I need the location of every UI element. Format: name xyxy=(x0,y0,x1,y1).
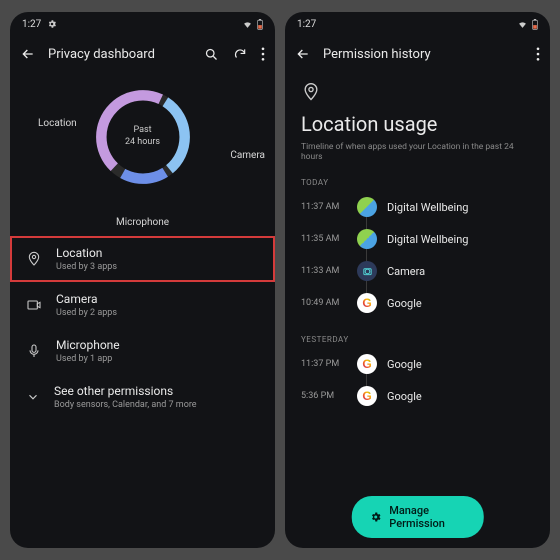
entry-app: Digital Wellbeing xyxy=(387,201,468,214)
app-icon-wellbeing xyxy=(357,229,377,249)
list-item-sub: Used by 3 apps xyxy=(56,262,117,272)
gear-icon xyxy=(47,19,57,29)
camera-icon xyxy=(26,297,42,313)
list-item-title: See other permissions xyxy=(54,384,197,398)
subtitle: Timeline of when apps used your Location… xyxy=(301,142,534,162)
status-time: 1:27 xyxy=(297,19,316,30)
entry-app: Google xyxy=(387,297,422,310)
list-item-location[interactable]: Location Used by 3 apps xyxy=(10,236,275,282)
manage-permission-button[interactable]: Manage Permission xyxy=(351,496,484,538)
entry-time: 11:37 PM xyxy=(301,359,347,369)
list-item-microphone[interactable]: Microphone Used by 1 app xyxy=(10,328,275,374)
entry-app: Google xyxy=(387,390,422,403)
search-icon[interactable] xyxy=(204,47,219,62)
entry-app: Camera xyxy=(387,265,425,278)
list-item-camera[interactable]: Camera Used by 2 apps xyxy=(10,282,275,328)
gear-icon xyxy=(369,511,381,523)
battery-icon xyxy=(532,19,538,30)
manage-permission-label: Manage Permission xyxy=(389,504,466,530)
list-item-sub: Used by 1 app xyxy=(56,354,120,364)
status-bar: 1:27 xyxy=(285,12,550,36)
entry-app: Digital Wellbeing xyxy=(387,233,468,246)
location-icon xyxy=(26,251,42,267)
app-icon-google: G xyxy=(357,354,377,374)
entry-time: 5:36 PM xyxy=(301,391,347,401)
chart-center-line1: Past xyxy=(133,125,151,137)
heading: Location usage xyxy=(301,112,534,136)
chart-center-line2: 24 hours xyxy=(125,137,160,149)
list-item-sub: Body sensors, Calendar, and 7 more xyxy=(54,400,197,410)
chart-label-microphone: Microphone xyxy=(116,217,169,228)
permission-list: Location Used by 3 apps Camera Used by 2… xyxy=(10,222,275,420)
list-item-title: Camera xyxy=(56,292,117,306)
timeline-entry[interactable]: 11:33 AM Camera xyxy=(301,255,534,287)
microphone-icon xyxy=(26,343,42,359)
usage-chart: Location Camera Past 24 hours Microphone xyxy=(10,72,275,222)
battery-icon xyxy=(257,19,263,30)
timeline-entry[interactable]: 5:36 PM G Google xyxy=(301,380,534,412)
permission-history-screen: 1:27 Permission history Location usage T… xyxy=(285,12,550,548)
more-icon[interactable] xyxy=(536,47,540,61)
status-time: 1:27 xyxy=(22,19,41,30)
app-icon-camera xyxy=(357,261,377,281)
chart-label-camera: Camera xyxy=(230,150,265,161)
timeline-entry[interactable]: 11:37 PM G Google xyxy=(301,348,534,380)
app-icon-wellbeing xyxy=(357,197,377,217)
timeline-entry[interactable]: 11:35 AM Digital Wellbeing xyxy=(301,223,534,255)
location-icon xyxy=(301,82,321,102)
page-title: Privacy dashboard xyxy=(48,47,192,62)
list-item-title: Microphone xyxy=(56,338,120,352)
section-today: TODAY xyxy=(301,178,534,187)
timeline-entry[interactable]: 10:49 AM G Google xyxy=(301,287,534,319)
privacy-dashboard-screen: 1:27 Privacy dashboard Location Camera xyxy=(10,12,275,548)
back-icon[interactable] xyxy=(295,46,311,62)
refresh-icon[interactable] xyxy=(233,47,247,61)
entry-time: 10:49 AM xyxy=(301,298,347,308)
entry-time: 11:37 AM xyxy=(301,202,347,212)
entry-app: Google xyxy=(387,358,422,371)
app-icon-google: G xyxy=(357,386,377,406)
app-bar: Permission history xyxy=(285,36,550,72)
app-icon-google: G xyxy=(357,293,377,313)
section-yesterday: YESTERDAY xyxy=(301,335,534,344)
back-icon[interactable] xyxy=(20,46,36,62)
status-bar: 1:27 xyxy=(10,12,275,36)
entry-time: 11:35 AM xyxy=(301,234,347,244)
chart-label-location: Location xyxy=(38,118,77,129)
list-item-title: Location xyxy=(56,246,117,260)
chevron-down-icon xyxy=(26,390,40,404)
page-title: Permission history xyxy=(323,47,524,62)
timeline-today: 11:37 AM Digital Wellbeing 11:35 AM Digi… xyxy=(301,191,534,319)
entry-time: 11:33 AM xyxy=(301,266,347,276)
wifi-icon xyxy=(242,20,253,29)
app-bar: Privacy dashboard xyxy=(10,36,275,72)
list-item-sub: Used by 2 apps xyxy=(56,308,117,318)
timeline-yesterday: 11:37 PM G Google 5:36 PM G Google xyxy=(301,348,534,412)
wifi-icon xyxy=(517,20,528,29)
list-item-other-permissions[interactable]: See other permissions Body sensors, Cale… xyxy=(10,374,275,420)
timeline-entry[interactable]: 11:37 AM Digital Wellbeing xyxy=(301,191,534,223)
more-icon[interactable] xyxy=(261,47,265,61)
